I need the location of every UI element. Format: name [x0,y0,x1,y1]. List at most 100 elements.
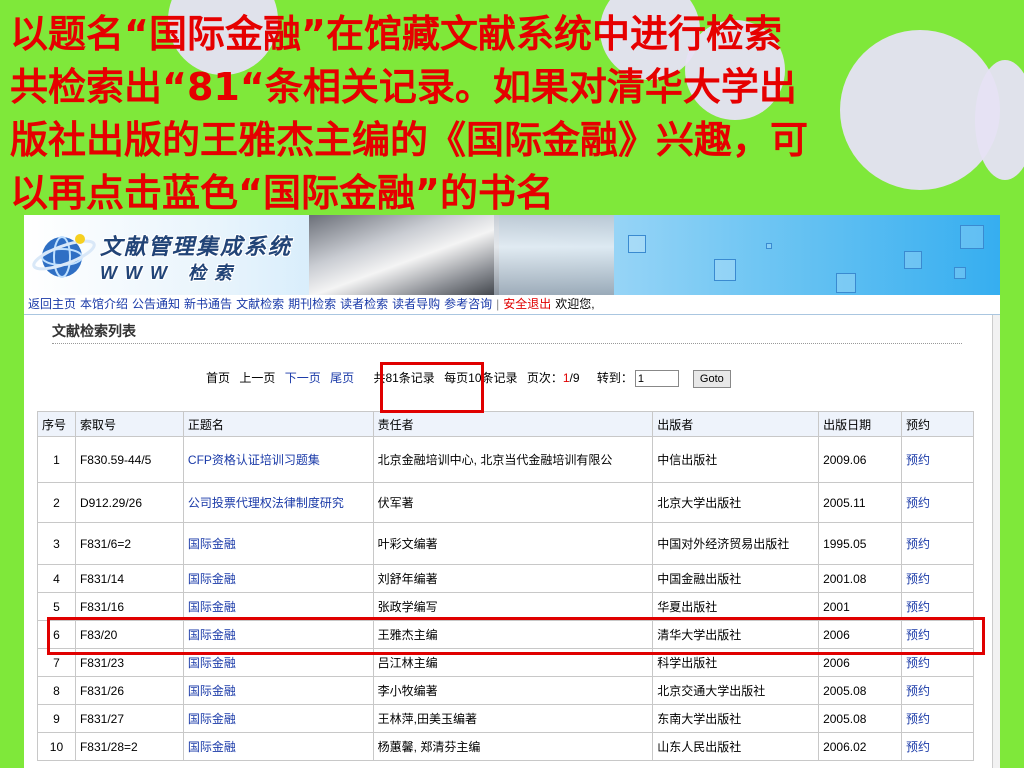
globe-logo-icon [32,234,96,278]
reserve-link[interactable]: 预约 [906,600,930,614]
nav-journal-search-link[interactable]: 期刊检索 [288,297,336,311]
book-title-link[interactable]: 国际金融 [188,740,236,754]
banner-square [960,225,984,249]
banner-book-image [309,215,499,295]
publisher-cell: 北京大学出版社 [652,482,820,523]
table-row: 3 F831/6=2 国际金融 叶彩文编著 中国对外经济贸易出版社 1995.05 预约 [37,522,974,565]
book-title-link[interactable]: 国际金融 [188,656,236,670]
caption-line: 共检索出“81“条相关记录。如果对清华大学出 [10,65,797,109]
banner-square [904,251,922,269]
author-cell: 伏军著 [372,482,654,523]
publish-date-cell: 2009.06 [818,436,903,483]
table-row: 9 F831/27 国际金融 王林萍,田美玉编著 东南大学出版社 2005.08 预约 [37,704,974,733]
book-title-link[interactable]: 国际金融 [188,572,236,586]
pager-prev-link[interactable]: 上一页 [239,371,275,385]
scrollbar[interactable] [992,315,1000,768]
publisher-cell: 中国金融出版社 [652,564,820,593]
publish-date-cell: 1995.05 [818,522,903,565]
nav-reader-guide-link[interactable]: 读者导购 [392,297,440,311]
column-header: 出版者 [652,411,820,437]
nav-new-books-link[interactable]: 新书通告 [184,297,232,311]
title-cell: 公司投票代理权法律制度研究 [182,482,374,523]
nav-reference-link[interactable]: 参考咨询 [444,297,492,311]
reserve-cell: 预约 [901,564,974,593]
author-cell: 刘舒年编著 [372,564,654,593]
call-number: D912.29/26 [74,482,184,523]
nav-reader-search-link[interactable]: 读者检索 [340,297,388,311]
nav-home-link[interactable]: 返回主页 [28,297,76,311]
banner-square [628,235,646,253]
book-title-link[interactable]: CFP资格认证培训习题集 [188,453,320,467]
publish-date-cell: 2006.02 [818,732,903,761]
title-divider [52,343,962,344]
browser-screenshot: 文献管理集成系统 WWW 检索 返回主页 本馆介绍 公告通知 新书通告 文献检索 期刊检索… [24,215,1000,768]
book-title-link[interactable]: 国际金融 [188,684,236,698]
reserve-link[interactable]: 预约 [906,496,930,510]
pager-last-link[interactable]: 尾页 [330,371,354,385]
publisher-cell: 中信出版社 [652,436,820,483]
publish-date-cell: 2005.11 [818,482,903,523]
banner-subtitle: WWW 检索 [100,263,240,283]
banner-square [954,267,966,279]
column-header: 出版日期 [818,411,903,437]
goto-button[interactable]: Goto [692,369,731,388]
publish-date-cell: 2005.08 [818,704,903,733]
call-number: F830.59-44/5 [74,436,184,483]
reserve-cell: 预约 [901,522,974,565]
call-number: F831/28=2 [74,732,184,761]
banner-square [836,273,856,293]
nav-divider [24,314,1000,315]
pager-first-link[interactable]: 首页 [206,371,230,385]
nav-notice-link[interactable]: 公告通知 [132,297,180,311]
nav-separator: | [496,297,500,311]
row-number: 8 [37,676,76,705]
book-title-link[interactable]: 国际金融 [188,712,236,726]
list-title: 文献检索列表 [52,323,136,339]
reserve-link[interactable]: 预约 [906,740,930,754]
title-cell: 国际金融 [182,704,374,733]
row-number: 3 [37,522,76,565]
row-number: 2 [37,482,76,523]
selected-row-highlight [47,617,985,655]
table-row: 10 F831/28=2 国际金融 杨蕙馨, 郑清芬主编 山东人民出版社 2006.02 预… [37,732,974,761]
book-title-link[interactable]: 国际金融 [188,537,236,551]
nav-logout-link[interactable]: 安全退出 [503,297,551,311]
reserve-cell: 预约 [901,732,974,761]
call-number: F831/14 [74,564,184,593]
column-header: 序号 [37,411,76,437]
banner-square [714,259,736,281]
table-row: 4 F831/14 国际金融 刘舒年编著 中国金融出版社 2001.08 预约 [37,564,974,593]
reserve-link[interactable]: 预约 [906,537,930,551]
pager-next-link[interactable]: 下一页 [285,371,321,385]
reserve-cell: 预约 [901,482,974,523]
title-cell: 国际金融 [182,732,374,761]
title-cell: 国际金融 [182,522,374,565]
reserve-link[interactable]: 预约 [906,572,930,586]
author-cell: 叶彩文编著 [372,522,654,565]
total-records-highlight [380,362,484,413]
banner-square [766,243,772,249]
row-number: 1 [37,436,76,483]
reserve-cell: 预约 [901,436,974,483]
book-title-link[interactable]: 国际金融 [188,600,236,614]
nav-document-search-link[interactable]: 文献检索 [236,297,284,311]
jump-label: 转到： [596,371,633,385]
column-header: 索取号 [74,411,184,437]
table-header-row: 序号 索取号 正题名 责任者 出版者 出版日期 预约 [37,411,974,437]
caption-line: 版社出版的王雅杰主编的《国际金融》兴趣，可 [10,118,809,162]
slide-caption: 以题名“国际金融”在馆藏文献系统中进行检索 共检索出“81“条相关记录。如果对清… [10,8,1010,220]
nav-about-link[interactable]: 本馆介绍 [80,297,128,311]
book-title-link[interactable]: 公司投票代理权法律制度研究 [188,496,344,510]
row-number: 9 [37,704,76,733]
reserve-link[interactable]: 预约 [906,684,930,698]
reserve-link[interactable]: 预约 [906,656,930,670]
publisher-cell: 东南大学出版社 [652,704,820,733]
publish-date-cell: 2005.08 [818,676,903,705]
page-jump-input[interactable] [634,370,679,388]
column-header: 正题名 [182,411,374,437]
reserve-link[interactable]: 预约 [906,453,930,467]
table-row: 2 D912.29/26 公司投票代理权法律制度研究 伏军著 北京大学出版社 2005.1… [37,482,974,523]
publisher-cell: 山东人民出版社 [652,732,820,761]
reserve-link[interactable]: 预约 [906,712,930,726]
publisher-cell: 中国对外经济贸易出版社 [652,522,820,565]
